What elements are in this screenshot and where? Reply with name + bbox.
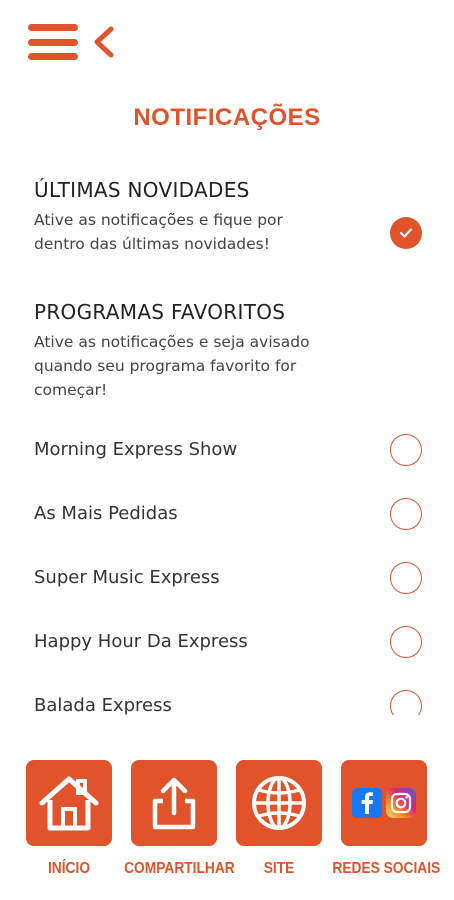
program-checkbox-balada-express[interactable] [390,690,422,715]
social-icon [352,788,416,818]
top-bar [28,20,116,64]
facebook-icon [352,788,382,818]
program-label: Happy Hour Da Express [34,631,248,652]
program-checkbox-as-mais-pedidas[interactable] [390,498,422,530]
social-networks-label[interactable]: REDES SOCIAIS [332,860,440,878]
share-icon [152,777,196,830]
social-networks-button[interactable] [341,760,427,846]
share-label[interactable]: COMPARTILHAR [124,860,235,878]
instagram-icon [386,788,416,818]
site-button[interactable] [236,760,322,846]
program-label: Super Music Express [34,567,220,588]
back-arrow-icon[interactable] [90,25,116,59]
share-button[interactable] [131,760,217,846]
notifications-list[interactable]: ÚLTIMAS NOVIDADES Ative as notificações … [0,170,454,715]
page-title: NOTIFICAÇÕES [133,104,321,131]
home-button[interactable] [26,760,112,846]
program-checkbox-morning-express-show[interactable] [390,434,422,466]
favorite-programs-title: PROGRAMAS FAVORITOS [34,300,286,324]
checkmark-icon [399,228,413,238]
menu-icon[interactable] [28,24,78,60]
latest-news-checkbox[interactable] [390,217,422,249]
globe-icon [252,776,306,830]
program-checkbox-happy-hour-da-express[interactable] [390,626,422,658]
program-label: Balada Express [34,695,172,715]
program-label: As Mais Pedidas [34,503,178,524]
home-label[interactable]: INÍCIO [32,860,106,878]
bottom-navigation: INÍCIO COMPARTILHAR SITE REDES SOCIAIS [0,760,454,900]
site-label[interactable]: SITE [242,860,316,878]
program-checkbox-super-music-express[interactable] [390,562,422,594]
latest-news-description: Ative as notificações e fique por dentro… [34,211,283,253]
home-icon [39,776,99,831]
favorite-programs-description: Ative as notificações e seja avisado qua… [34,333,310,399]
latest-news-title: ÚLTIMAS NOVIDADES [34,178,250,202]
program-label: Morning Express Show [34,439,238,460]
